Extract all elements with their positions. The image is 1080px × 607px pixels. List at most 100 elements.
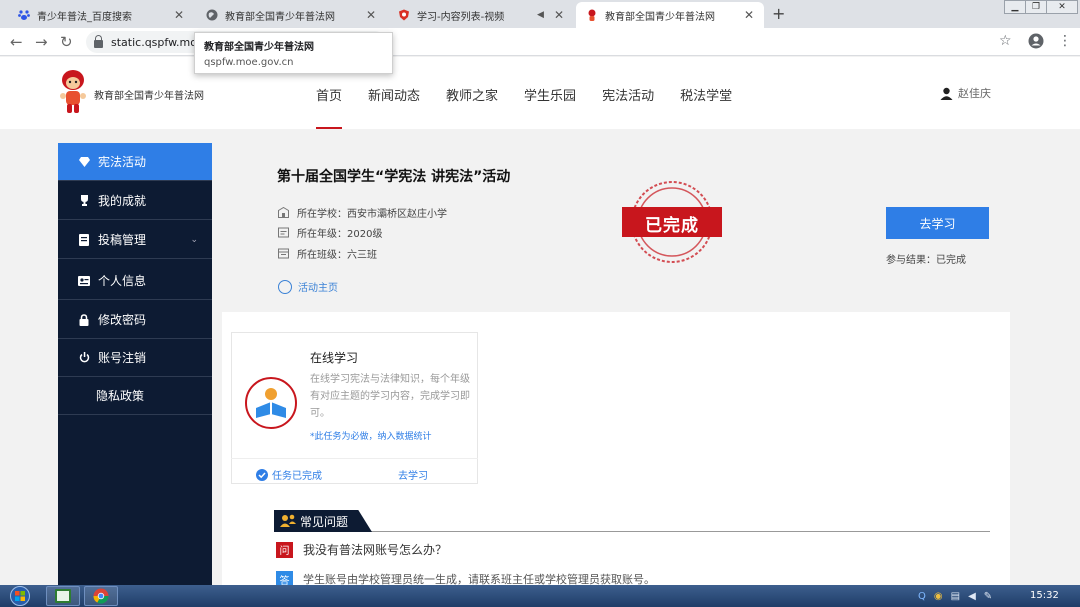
nav-home[interactable]: 首页 bbox=[316, 85, 343, 129]
new-tab-icon[interactable]: + bbox=[772, 4, 785, 23]
browser-tab-2[interactable]: 教育部全国青少年普法网 ✕ bbox=[196, 2, 386, 28]
faq-heading: 常见问题 bbox=[300, 514, 349, 529]
star-icon[interactable]: ☆ bbox=[999, 33, 1012, 49]
tab-hover-tooltip: 教育部全国青少年普法网 qspfw.moe.gov.cn bbox=[194, 32, 393, 74]
main-nav: 首页 新闻动态 教师之家 学生乐园 宪法活动 税法学堂 bbox=[316, 85, 758, 129]
sidebar-item-deactivate[interactable]: 账号注销 bbox=[58, 339, 212, 377]
nav-constitution[interactable]: 宪法活动 bbox=[602, 85, 654, 129]
lock-icon bbox=[78, 313, 90, 326]
minimize-button[interactable]: ▁ bbox=[1004, 0, 1026, 14]
check-circle-icon bbox=[256, 468, 268, 481]
sidebar-item-password[interactable]: 修改密码 bbox=[58, 301, 212, 339]
tab-title: 教育部全国青少年普法网 bbox=[605, 11, 715, 23]
taskbar-app-terminal[interactable] bbox=[46, 586, 80, 606]
tooltip-title: 教育部全国青少年普法网 bbox=[204, 42, 314, 53]
browser-tab-1[interactable]: 青少年普法_百度搜索 ✕ bbox=[8, 2, 194, 28]
baidu-paw-icon bbox=[18, 9, 30, 21]
question-badge: 问 bbox=[276, 541, 293, 558]
terminal-icon bbox=[55, 589, 71, 603]
browser-tab-3[interactable]: 学习-内容列表-视频 ◀ ✕ bbox=[388, 2, 574, 28]
sidebar-item-profile[interactable]: 个人信息 bbox=[58, 262, 212, 300]
sidebar-item-achievements[interactable]: 我的成就 bbox=[58, 182, 212, 220]
class-info: 所在班级：六三班 bbox=[278, 246, 377, 261]
class-icon bbox=[278, 248, 289, 259]
power-icon bbox=[78, 352, 90, 364]
taskbar-app-chrome[interactable] bbox=[84, 586, 118, 606]
school-icon bbox=[278, 207, 289, 218]
tab-title: 青少年普法_百度搜索 bbox=[37, 11, 132, 23]
nav-students[interactable]: 学生乐园 bbox=[524, 85, 576, 129]
nav-tax-law[interactable]: 税法学堂 bbox=[680, 85, 732, 129]
document-icon bbox=[78, 233, 90, 246]
trophy-icon bbox=[78, 195, 90, 207]
sidebar-item-label: 投稿管理 bbox=[98, 233, 147, 247]
tab-title: 教育部全国青少年普法网 bbox=[225, 11, 335, 23]
id-card-icon bbox=[78, 275, 90, 287]
network-icon[interactable]: ▤ bbox=[951, 591, 960, 602]
maximize-button[interactable]: ❐ bbox=[1025, 0, 1047, 14]
volume-icon[interactable]: ◀ bbox=[968, 591, 976, 602]
sidebar-item-label: 宪法活动 bbox=[98, 155, 147, 169]
close-icon[interactable]: ✕ bbox=[744, 8, 754, 22]
close-icon[interactable]: ✕ bbox=[554, 8, 564, 22]
grade-icon bbox=[278, 227, 289, 238]
reload-icon[interactable]: ↻ bbox=[60, 33, 73, 51]
faq-question[interactable]: 问 我没有普法网账号怎么办？ bbox=[276, 541, 447, 558]
browser-tab-bar: 青少年普法_百度搜索 ✕ 教育部全国青少年普法网 ✕ 学习-内容列表-视频 ◀ … bbox=[0, 0, 1080, 28]
lock-icon bbox=[94, 35, 103, 48]
search-icon[interactable]: Q bbox=[918, 591, 926, 602]
task-description: 在线学习宪法与法律知识，每个年级有对应主题的学习内容，完成学习即可。 bbox=[310, 374, 470, 419]
faq-people-icon bbox=[280, 514, 296, 527]
url-text: static.qspfw.mo bbox=[111, 35, 198, 49]
chrome-icon bbox=[93, 588, 109, 604]
user-menu[interactable]: 赵佳庆 bbox=[940, 85, 991, 101]
completed-stamp: 已完成 bbox=[620, 180, 724, 264]
task-footer: 任务已完成 去学习 bbox=[231, 458, 478, 484]
browser-tab-4[interactable]: 教育部全国青少年普法网 ✕ bbox=[576, 2, 764, 28]
close-window-button[interactable]: ✕ bbox=[1046, 0, 1078, 14]
globe-icon bbox=[206, 9, 218, 21]
tray-pen-icon[interactable]: ✎ bbox=[984, 591, 992, 602]
faq-tab: 常见问题 bbox=[274, 510, 372, 532]
nav-teachers[interactable]: 教师之家 bbox=[446, 85, 498, 129]
windows-start-icon[interactable] bbox=[4, 586, 36, 606]
system-tray: Q ◉ ▤ ◀ ✎ bbox=[918, 586, 1000, 606]
grade-text: 所在年级：2020级 bbox=[297, 229, 383, 240]
task-status-text: 任务已完成 bbox=[272, 471, 322, 482]
close-icon[interactable]: ✕ bbox=[174, 8, 184, 22]
activity-home-label: 活动主页 bbox=[298, 283, 338, 294]
gem-icon bbox=[78, 156, 90, 168]
user-icon bbox=[940, 87, 953, 100]
close-icon[interactable]: ✕ bbox=[366, 8, 376, 22]
sidebar-item-label: 我的成就 bbox=[98, 194, 147, 208]
tray-app-icon[interactable]: ◉ bbox=[934, 591, 943, 602]
task-go-study-link[interactable]: 去学习 bbox=[398, 467, 428, 482]
reading-student-icon bbox=[245, 377, 297, 429]
user-name: 赵佳庆 bbox=[958, 87, 991, 100]
sidebar-item-label: 账号注销 bbox=[98, 351, 147, 365]
sidebar-item-label: 个人信息 bbox=[98, 274, 147, 288]
go-study-button[interactable]: 去学习 bbox=[886, 207, 989, 239]
tab-title: 学习-内容列表-视频 bbox=[417, 11, 505, 23]
tooltip-url: qspfw.moe.gov.cn bbox=[204, 57, 294, 68]
task-title: 在线学习 bbox=[310, 351, 359, 365]
sidebar-item-label: 隐私政策 bbox=[96, 389, 145, 403]
activity-home-link[interactable]: 活动主页 bbox=[278, 279, 338, 294]
back-arrow-icon[interactable]: ← bbox=[10, 33, 23, 51]
mascot-icon bbox=[586, 9, 598, 21]
task-note: *此任务为必做，纳入数据统计 bbox=[310, 432, 432, 442]
class-text: 所在班级：六三班 bbox=[297, 250, 377, 261]
sidebar-item-submissions[interactable]: 投稿管理 ⌄ bbox=[58, 221, 212, 259]
sidebar-item-privacy[interactable]: 隐私政策 bbox=[58, 377, 212, 415]
nav-news[interactable]: 新闻动态 bbox=[368, 85, 420, 129]
forward-arrow-icon[interactable]: → bbox=[35, 33, 48, 51]
more-menu-icon[interactable]: ⋮ bbox=[1058, 33, 1072, 49]
windows-taskbar: Q ◉ ▤ ◀ ✎ 15:32 bbox=[0, 585, 1080, 607]
mute-icon[interactable]: ◀ bbox=[537, 10, 544, 20]
site-name[interactable]: 教育部全国青少年普法网 bbox=[94, 87, 204, 102]
sidebar: 宪法活动 我的成就 投稿管理 ⌄ 个人信息 修改密码 账号注销 隐私政策 bbox=[58, 143, 212, 585]
sidebar-item-constitution[interactable]: 宪法活动 bbox=[58, 143, 212, 181]
home-ring-icon bbox=[278, 279, 292, 294]
profile-icon[interactable] bbox=[1028, 33, 1044, 53]
mascot-logo-icon[interactable] bbox=[58, 69, 88, 115]
